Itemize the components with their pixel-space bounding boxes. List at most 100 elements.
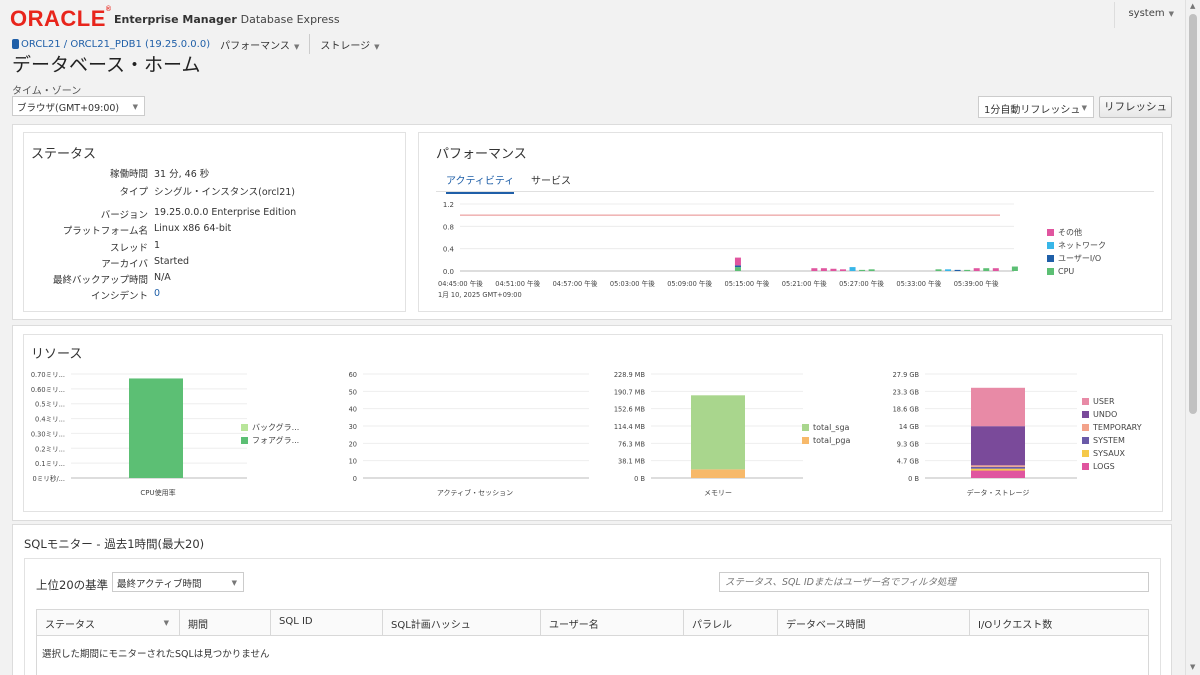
incident-count-link[interactable]: 0 — [154, 288, 160, 302]
legend-item: フォアグラ... — [241, 434, 299, 447]
memory-y-tick-label: 76.3 MB — [618, 440, 645, 448]
scroll-up-icon[interactable]: ▲ — [1190, 2, 1195, 10]
status-title: ステータス — [31, 147, 97, 162]
sessions-y-tick-label: 60 — [349, 371, 357, 379]
status-row-incidents: インシデント 0 — [24, 288, 160, 302]
performance-title: パフォーマンス — [436, 147, 527, 162]
status-value: 19.25.0.0.0 Enterprise Edition — [154, 207, 297, 218]
sql-filter-input[interactable] — [719, 572, 1149, 592]
activity-bar — [840, 269, 846, 271]
user-menu[interactable]: system ▼ — [1114, 2, 1174, 28]
storage-bar-segment — [971, 387, 1025, 427]
chevron-down-icon: ▼ — [132, 103, 138, 111]
legend-swatch — [1082, 424, 1089, 431]
legend-swatch — [802, 424, 809, 431]
scroll-down-icon[interactable]: ▼ — [1190, 663, 1195, 671]
legend-item: total_pga — [802, 434, 850, 447]
scroll-thumb[interactable] — [1189, 14, 1197, 414]
status-key: アーカイバ — [101, 259, 148, 270]
top20-label: 上位20の基準 — [36, 578, 109, 592]
tab-services[interactable]: サービス — [531, 172, 571, 187]
status-key: インシデント — [90, 291, 148, 302]
legend-item: USER — [1082, 395, 1142, 408]
legend-label: LOGS — [1093, 462, 1115, 471]
legend-swatch — [1047, 268, 1054, 275]
legend-swatch — [802, 437, 809, 444]
sessions-y-tick-label: 50 — [349, 388, 357, 396]
activity-bar — [849, 267, 856, 271]
status-value: 1 — [154, 240, 161, 251]
legend-swatch — [1047, 255, 1054, 262]
auto-refresh-select[interactable]: 1分自動リフレッシュ ▼ — [978, 96, 1094, 118]
sql-monitor-table: ステータス ▼ 期間 SQL ID SQL計画ハッシュ ユーザー名 パラレル デー… — [36, 609, 1149, 675]
legend-item: TEMPORARY — [1082, 421, 1142, 434]
column-header-username[interactable]: ユーザー名 — [541, 610, 684, 635]
memory-legend: total_sga total_pga — [802, 421, 850, 447]
memory-y-tick-label: 38.1 MB — [618, 458, 645, 466]
activity-bar — [734, 265, 741, 268]
column-header-status[interactable]: ステータス ▼ — [37, 610, 180, 635]
column-header-parallel[interactable]: パラレル — [684, 610, 778, 635]
page-scrollbar[interactable]: ▲ ▼ — [1185, 0, 1200, 675]
activity-bar — [983, 268, 990, 271]
timezone-label: タイム・ゾーン — [12, 86, 82, 97]
legend-item: total_sga — [802, 421, 850, 434]
cpu-y-tick-label: 0.60ミリ... — [31, 386, 65, 394]
storage-menu[interactable]: ストレージ ▼ — [320, 37, 379, 52]
legend-label: その他 — [1058, 228, 1082, 237]
cpu-y-tick-label: 0.4ミリ... — [35, 416, 65, 424]
status-key: タイプ — [119, 187, 148, 198]
legend-item: CPU — [1047, 265, 1106, 278]
legend-item: LOGS — [1082, 460, 1142, 473]
activity-bar — [859, 269, 866, 271]
column-header-db-time[interactable]: データベース時間 — [778, 610, 970, 635]
column-header-sql-id[interactable]: SQL ID — [271, 610, 383, 635]
resources-title: リソース — [31, 347, 83, 362]
column-header-io-requests[interactable]: I/Oリクエスト数 — [970, 610, 1148, 635]
x-tick-label: 05:09:00 午後 — [667, 279, 712, 288]
status-key: 稼働時間 — [109, 169, 148, 180]
refresh-button[interactable]: リフレッシュ — [1099, 96, 1172, 118]
x-tick-label: 05:39:00 午後 — [954, 279, 999, 288]
timezone-select[interactable]: ブラウザ(GMT+09:00) ▼ — [12, 96, 145, 116]
activity-bar — [820, 268, 827, 271]
storage-y-tick-label: 18.6 GB — [893, 406, 920, 414]
legend-item: その他 — [1047, 226, 1106, 239]
cpu-legend: バックグラ... フォアグラ... — [241, 421, 299, 447]
legend-item: バックグラ... — [241, 421, 299, 434]
x-tick-label: 05:33:00 午後 — [896, 279, 941, 288]
em-express-page: ORACLE® Enterprise Manager Database Expr… — [0, 0, 1200, 675]
product-name: Enterprise Manager Database Express — [114, 13, 340, 26]
top20-criteria-select[interactable]: 最終アクティブ時間 ▼ — [112, 572, 244, 592]
legend-item: ユーザーI/O — [1047, 252, 1106, 265]
cpu-bar-segment — [129, 378, 183, 478]
legend-label: ネットワーク — [1058, 241, 1106, 250]
legend-label: USER — [1093, 397, 1115, 406]
resources-charts: 0.70ミリ... 0.60ミリ... 0.5ミリ... 0.4ミリ... 0.30ミリ… — [31, 371, 1077, 497]
chevron-down-icon: ▼ — [1081, 104, 1087, 112]
column-header-duration[interactable]: 期間 — [180, 610, 271, 635]
sessions-y-tick-label: 20 — [349, 440, 357, 448]
activity-bar — [734, 257, 741, 266]
cpu-y-tick-label: 0ミリ秒/... — [33, 474, 66, 483]
legend-label: TEMPORARY — [1093, 423, 1142, 432]
column-header-plan-hash[interactable]: SQL計画ハッシュ — [383, 610, 541, 635]
db-breadcrumb-link[interactable]: ORCL21 / ORCL21_PDB1 (19.25.0.0.0) — [12, 39, 210, 50]
status-row-archiver: アーカイバ Started — [24, 256, 189, 270]
legend-swatch — [1047, 242, 1054, 249]
status-value: Linux x86 64-bit — [154, 223, 232, 234]
storage-y-tick-label: 4.7 GB — [897, 458, 920, 466]
memory-y-tick-label: 228.9 MB — [614, 371, 646, 379]
status-row-platform: プラットフォーム名 Linux x86 64-bit — [24, 223, 231, 237]
oracle-logo: ORACLE® — [10, 6, 112, 31]
activity-bar — [992, 268, 999, 271]
y-tick-label: 0.4 — [443, 246, 455, 254]
activity-bar — [830, 268, 837, 271]
chevron-down-icon: ▼ — [163, 619, 169, 627]
memory-bar-segment — [691, 395, 745, 470]
legend-label: バックグラ... — [252, 423, 300, 432]
storage-legend: USER UNDO TEMPORARY SYSTEM SYSAUX LOGS — [1082, 395, 1142, 473]
tab-activity[interactable]: アクティビティ — [446, 172, 515, 194]
performance-menu[interactable]: パフォーマンス ▼ — [220, 37, 299, 52]
chevron-down-icon: ▼ — [1168, 10, 1174, 18]
